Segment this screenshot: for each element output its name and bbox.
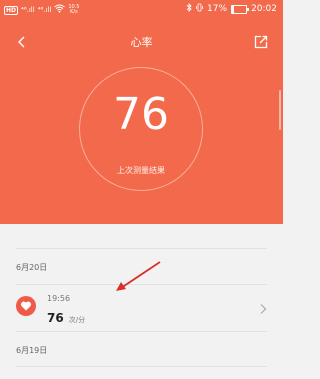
heart-rate-value: 76: [113, 89, 169, 140]
divider: [16, 331, 267, 332]
clock: 20:02: [251, 4, 277, 14]
battery-icon: [231, 4, 250, 14]
bluetooth-icon: [186, 2, 192, 15]
battery-percent: 17%: [207, 4, 228, 14]
last-measurement-caption: 上次测量结果: [117, 166, 165, 175]
hd-badge: HD: [4, 5, 19, 15]
record-bpm: 76: [47, 311, 64, 325]
page-title: 心率: [130, 36, 153, 49]
heart-rate-ring: 76 上次测量结果: [79, 67, 203, 191]
nav-bar: 心率: [0, 28, 283, 56]
date-header: 6月20日: [16, 263, 48, 272]
signal-icon-1: ⁴⁶.ıll: [21, 6, 35, 14]
record-time: 19:56: [47, 294, 71, 303]
record-unit: 次/分: [68, 316, 86, 324]
vibrate-icon: [196, 3, 203, 15]
share-icon[interactable]: [251, 32, 271, 52]
status-bar: HD ⁴⁶.ıll ⁴⁶.ıll 10.5 K/s 17% 20:02: [0, 0, 283, 20]
wifi-icon: [54, 4, 66, 16]
scrollbar[interactable]: [279, 90, 281, 130]
divider: [16, 248, 267, 249]
net-speed: 10.5 K/s: [68, 4, 80, 15]
record-value: 76 次/分: [47, 307, 85, 326]
chevron-right-icon: [259, 300, 267, 319]
list-item[interactable]: 19:56 76 次/分: [0, 285, 283, 330]
divider: [16, 366, 267, 367]
signal-icon-2: ⁴⁶.ıll: [37, 6, 52, 14]
heart-icon: [16, 296, 36, 316]
header-panel: HD ⁴⁶.ıll ⁴⁶.ıll 10.5 K/s 17% 20:02 心率 7…: [0, 0, 283, 224]
date-header: 6月19日: [16, 346, 48, 355]
